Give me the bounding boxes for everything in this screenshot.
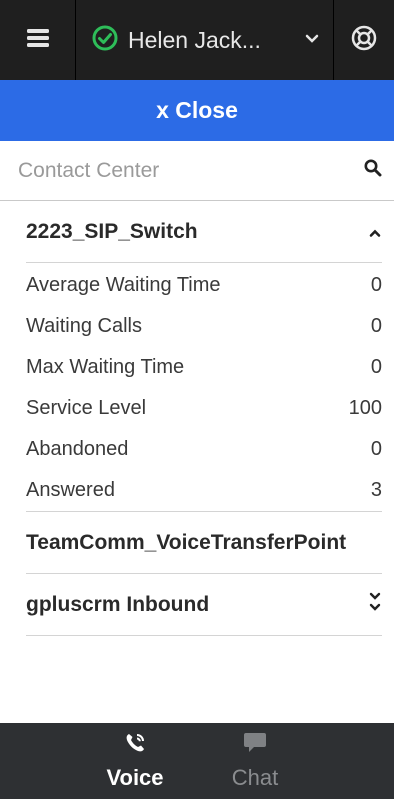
group-header-gpluscrm-inbound[interactable]: gpluscrm Inbound bbox=[26, 574, 382, 636]
top-bar: Helen Jack... bbox=[0, 0, 394, 80]
tab-voice[interactable]: Voice bbox=[75, 723, 195, 799]
group-header-teamcomm-voicetransferpoint[interactable]: TeamComm_VoiceTransferPoint bbox=[26, 512, 382, 574]
metric-label: Answered bbox=[26, 479, 115, 501]
metric-value: 100 bbox=[348, 397, 382, 419]
metric-value: 0 bbox=[370, 274, 382, 296]
group-title: 2223_SIP_Switch bbox=[26, 219, 198, 243]
metric-value: 0 bbox=[370, 356, 382, 378]
search-icon[interactable] bbox=[364, 159, 382, 182]
tab-label: Voice bbox=[106, 764, 164, 790]
user-name: Helen Jack... bbox=[128, 26, 261, 53]
group-title: gpluscrm Inbound bbox=[26, 592, 210, 616]
metric-row: Abandoned 0 bbox=[26, 429, 382, 470]
chevron-up-icon bbox=[368, 220, 382, 244]
chat-icon bbox=[243, 732, 267, 759]
metric-label: Max Waiting Time bbox=[26, 356, 185, 378]
metric-label: Average Waiting Time bbox=[26, 274, 221, 296]
support-lifebuoy-icon bbox=[351, 25, 377, 56]
metric-label: Abandoned bbox=[26, 438, 129, 460]
metrics-list: Average Waiting Time 0 Waiting Calls 0 M… bbox=[26, 263, 382, 512]
menu-button[interactable] bbox=[0, 0, 76, 80]
metric-row: Average Waiting Time 0 bbox=[26, 265, 382, 306]
user-status-dropdown[interactable]: Helen Jack... bbox=[76, 0, 334, 80]
metric-row: Waiting Calls 0 bbox=[26, 306, 382, 347]
metric-value: 3 bbox=[370, 479, 382, 501]
ready-status-icon bbox=[92, 25, 118, 56]
tab-label: Chat bbox=[231, 764, 279, 790]
double-chevron-down-icon bbox=[368, 591, 382, 619]
group-title: TeamComm_VoiceTransferPoint bbox=[26, 530, 347, 554]
metric-value: 0 bbox=[370, 315, 382, 337]
metric-row: Answered 3 bbox=[26, 470, 382, 511]
close-button[interactable]: x Close bbox=[0, 80, 394, 141]
chevron-down-icon bbox=[305, 31, 319, 49]
metric-label: Service Level bbox=[26, 397, 147, 419]
metric-row: Max Waiting Time 0 bbox=[26, 347, 382, 388]
help-button[interactable] bbox=[334, 0, 394, 80]
bottom-tab-bar: Voice Chat bbox=[0, 723, 394, 799]
search-input[interactable] bbox=[18, 158, 364, 183]
metric-row: Service Level 100 bbox=[26, 388, 382, 429]
tab-chat[interactable]: Chat bbox=[195, 723, 315, 799]
phone-icon bbox=[124, 732, 146, 759]
hamburger-menu-icon bbox=[26, 28, 49, 53]
metric-value: 0 bbox=[370, 438, 382, 460]
search-bar bbox=[0, 141, 394, 201]
group-header-2223-sip-switch[interactable]: 2223_SIP_Switch bbox=[26, 201, 382, 263]
queue-list: 2223_SIP_Switch Average Waiting Time 0 W… bbox=[26, 201, 382, 636]
metric-label: Waiting Calls bbox=[26, 315, 142, 337]
